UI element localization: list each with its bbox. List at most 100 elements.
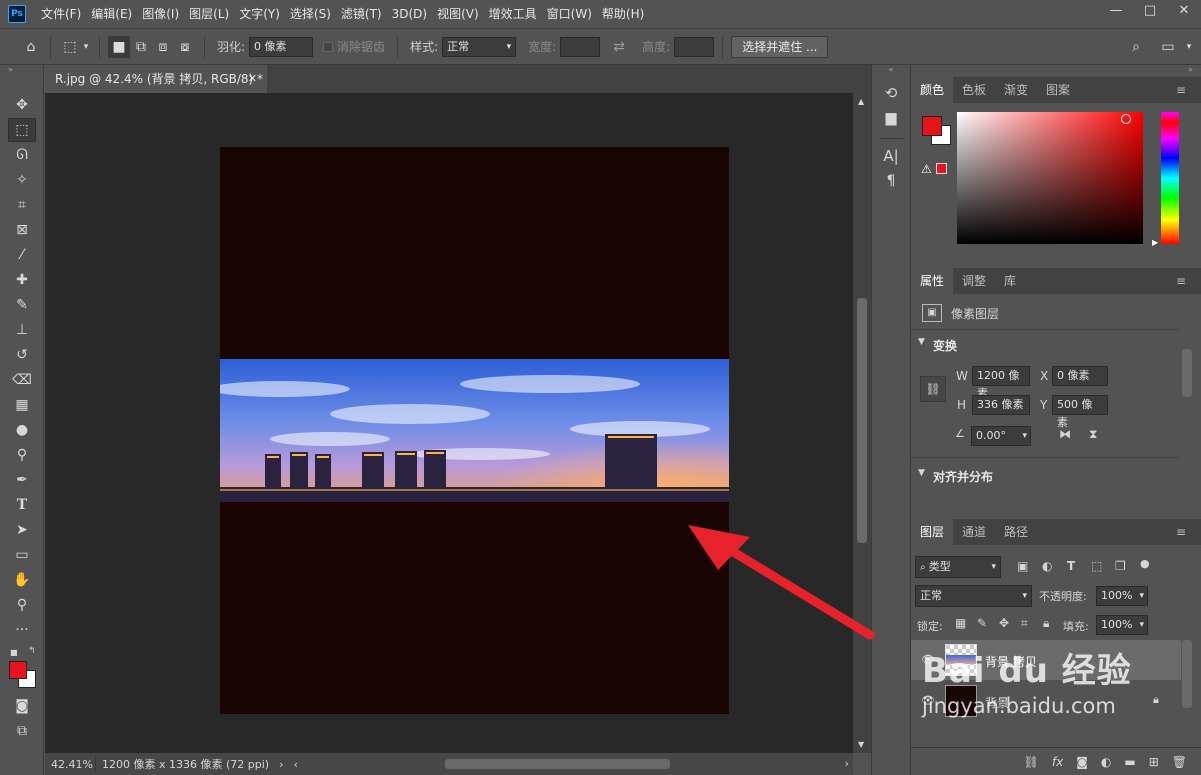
zoom-level[interactable]: 42.41% bbox=[45, 758, 95, 771]
eraser-tool-icon[interactable]: ⌫ bbox=[8, 368, 36, 392]
new-selection-icon[interactable]: ■ bbox=[108, 35, 130, 58]
delete-layer-icon[interactable]: 🗑︎ bbox=[1172, 755, 1187, 769]
panel-menu-icon[interactable]: ≡ bbox=[1167, 268, 1195, 294]
chevron-down-icon[interactable]: ▼ bbox=[918, 337, 925, 347]
blur-tool-icon[interactable]: ● bbox=[8, 418, 36, 442]
brush-tool-icon[interactable]: ✎ bbox=[8, 293, 36, 317]
collapse-icon[interactable]: « bbox=[872, 65, 910, 74]
horizontal-scroll-thumb[interactable] bbox=[445, 759, 670, 769]
x-field[interactable]: 0 像素 bbox=[1052, 366, 1108, 386]
character-panel-icon[interactable]: A| bbox=[872, 147, 910, 165]
menu-view[interactable]: 视图(V) bbox=[432, 0, 484, 28]
scroll-left-icon[interactable]: ‹ bbox=[288, 758, 304, 771]
zoom-tool-icon[interactable]: ⚲ bbox=[8, 593, 36, 617]
search-icon[interactable]: ⌕ bbox=[1125, 36, 1147, 58]
filter-toggle-icon[interactable]: ● bbox=[1140, 557, 1150, 570]
visibility-eye-icon[interactable]: 👁︎ bbox=[921, 653, 935, 666]
menu-3d[interactable]: 3D(D) bbox=[387, 0, 432, 28]
intersect-selection-icon[interactable]: ⧇ bbox=[174, 36, 196, 58]
layer-filter-select[interactable]: ⌕ 类型 ▾ bbox=[915, 556, 1001, 578]
tab-properties[interactable]: 属性 bbox=[911, 268, 954, 294]
comments-panel-icon[interactable]: ▆ bbox=[872, 110, 910, 126]
visibility-eye-icon[interactable]: 👁︎ bbox=[921, 694, 935, 707]
swap-icon[interactable]: ⇄ bbox=[608, 36, 630, 58]
document-tab[interactable]: R.jpg @ 42.4% (背景 拷贝, RGB/8) * ✕ bbox=[45, 65, 267, 93]
filter-shape-icon[interactable]: ⬚ bbox=[1091, 559, 1102, 573]
minimize-icon[interactable]: — bbox=[1099, 0, 1133, 24]
marquee-tool-icon[interactable]: ⬚ bbox=[8, 118, 36, 142]
tab-color[interactable]: 颜色 bbox=[911, 77, 954, 103]
gamut-swatch[interactable] bbox=[936, 163, 947, 174]
new-adjustment-icon[interactable]: ◐ bbox=[1101, 755, 1111, 769]
width-field[interactable]: 1200 像素 bbox=[972, 366, 1030, 400]
chevron-down-icon[interactable]: ▾ bbox=[1183, 36, 1195, 58]
foreground-color-swatch[interactable] bbox=[922, 116, 942, 136]
blend-mode-select[interactable]: 正常 ▾ bbox=[915, 585, 1032, 607]
lock-paint-icon[interactable]: ✎ bbox=[977, 616, 987, 630]
chevron-down-icon[interactable]: ▼ bbox=[918, 468, 925, 478]
select-and-mask-button[interactable]: 选择并遮住 ... bbox=[731, 35, 829, 58]
color-picker-cursor[interactable] bbox=[1121, 114, 1131, 124]
menu-select[interactable]: 选择(S) bbox=[285, 0, 336, 28]
style-select[interactable]: 正常 ▾ bbox=[442, 36, 517, 57]
tab-patterns[interactable]: 图案 bbox=[1037, 77, 1079, 103]
tab-swatches[interactable]: 色板 bbox=[953, 77, 995, 103]
antialias-checkbox[interactable] bbox=[323, 41, 334, 52]
tab-paths[interactable]: 路径 bbox=[995, 519, 1037, 545]
document-canvas[interactable] bbox=[220, 147, 729, 714]
link-icon[interactable]: ⛓ bbox=[920, 376, 946, 402]
hue-slider[interactable] bbox=[1161, 112, 1179, 244]
menu-plugins[interactable]: 增效工具 bbox=[484, 0, 542, 28]
swap-colors-icon[interactable]: ↰ bbox=[28, 646, 36, 656]
gradient-tool-icon[interactable]: ▦ bbox=[8, 393, 36, 417]
crop-tool-icon[interactable]: ⌗ bbox=[8, 193, 36, 217]
layer-row[interactable]: 👁︎ 背景 🔒︎ bbox=[911, 681, 1181, 721]
lasso-tool-icon[interactable]: ᘏ bbox=[8, 143, 36, 167]
layers-scroll-thumb[interactable] bbox=[1182, 640, 1192, 708]
default-colors-icon[interactable]: ■ bbox=[10, 648, 18, 657]
feather-input[interactable]: 0 像素 bbox=[249, 36, 314, 57]
scroll-down-icon[interactable]: ▼ bbox=[858, 740, 864, 749]
type-tool-icon[interactable]: T bbox=[8, 493, 36, 517]
vertical-scroll-thumb[interactable] bbox=[857, 298, 867, 543]
properties-scroll-thumb[interactable] bbox=[1182, 349, 1192, 397]
paragraph-panel-icon[interactable]: ¶ bbox=[872, 173, 910, 189]
dodge-tool-icon[interactable]: ⚲ bbox=[8, 443, 36, 467]
filter-adjustment-icon[interactable]: ◐ bbox=[1042, 559, 1052, 573]
flip-vertical-icon[interactable]: ⧗ bbox=[1089, 427, 1097, 442]
marquee-preset-icon[interactable]: ⬚ bbox=[59, 36, 81, 58]
more-tools-icon[interactable]: ··· bbox=[8, 618, 36, 642]
flip-horizontal-icon[interactable]: ⧓ bbox=[1059, 427, 1071, 441]
canvas-area[interactable] bbox=[45, 93, 853, 753]
filter-type-icon[interactable]: T bbox=[1067, 559, 1075, 573]
new-group-icon[interactable]: ▬ bbox=[1124, 755, 1135, 769]
magic-wand-tool-icon[interactable]: ✧ bbox=[8, 168, 36, 192]
opacity-field[interactable]: 100% ▾ bbox=[1096, 586, 1148, 606]
filter-smart-object-icon[interactable]: ❐ bbox=[1115, 559, 1126, 573]
width-input[interactable] bbox=[560, 36, 601, 57]
new-layer-icon[interactable]: ⊞ bbox=[1149, 755, 1159, 769]
eyedropper-tool-icon[interactable]: ⁄ bbox=[8, 243, 36, 267]
tab-channels[interactable]: 通道 bbox=[953, 519, 995, 545]
tab-layers[interactable]: 图层 bbox=[911, 519, 954, 545]
link-layers-icon[interactable]: ⛓ bbox=[1024, 755, 1039, 769]
layer-name[interactable]: 背景 拷贝 bbox=[985, 653, 1037, 670]
menu-file[interactable]: 文件(F) bbox=[36, 0, 86, 28]
home-icon[interactable]: ⌂ bbox=[20, 36, 42, 58]
tab-adjustments[interactable]: 调整 bbox=[953, 268, 995, 294]
foreground-color-swatch[interactable] bbox=[9, 661, 27, 679]
screen-mode-icon[interactable]: ⧉ bbox=[8, 719, 36, 743]
lock-icon[interactable]: 🔒︎ bbox=[1153, 693, 1159, 707]
history-brush-tool-icon[interactable]: ↺ bbox=[8, 343, 36, 367]
scroll-up-icon[interactable]: ▲ bbox=[858, 97, 864, 106]
add-mask-icon[interactable]: ◙ bbox=[1076, 755, 1088, 769]
lock-position-icon[interactable]: ✥ bbox=[999, 616, 1009, 630]
menu-image[interactable]: 图像(I) bbox=[137, 0, 184, 28]
menu-filter[interactable]: 滤镜(T) bbox=[336, 0, 387, 28]
menu-window[interactable]: 窗口(W) bbox=[542, 0, 597, 28]
lock-artboard-icon[interactable]: ⌗ bbox=[1021, 616, 1028, 631]
subtract-selection-icon[interactable]: ⧈ bbox=[152, 36, 174, 58]
maximize-icon[interactable]: □ bbox=[1133, 0, 1167, 24]
angle-field[interactable]: 0.00° ▾ bbox=[971, 426, 1031, 446]
tab-gradients[interactable]: 渐变 bbox=[995, 77, 1037, 103]
